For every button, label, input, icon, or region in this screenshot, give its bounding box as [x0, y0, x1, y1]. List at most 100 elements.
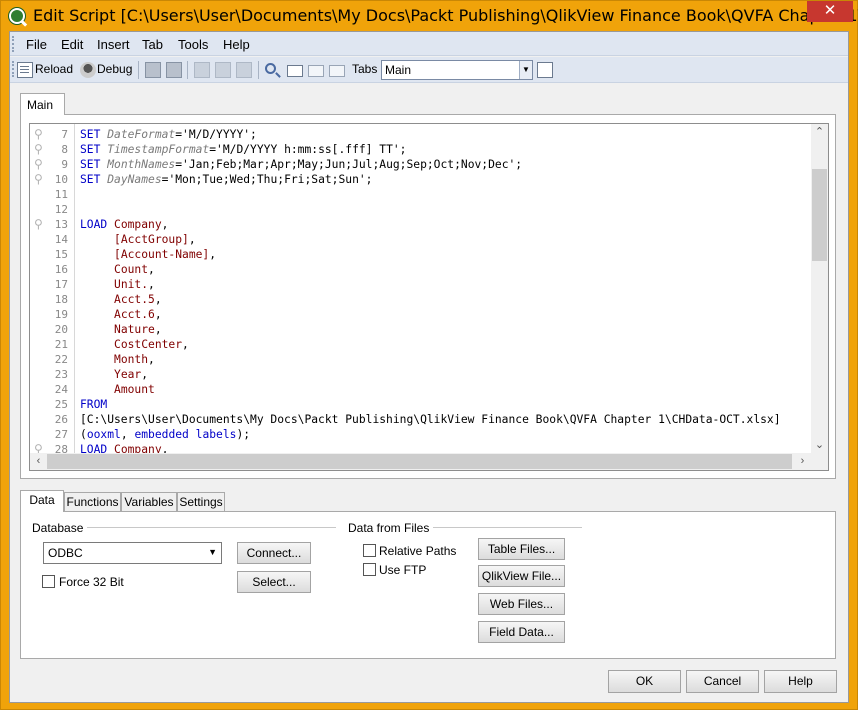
code-token: ,	[188, 233, 196, 246]
add-tab-icon[interactable]	[287, 65, 303, 77]
code-line[interactable]: Acct.6,	[80, 307, 162, 322]
promote-tab-icon[interactable]	[308, 65, 324, 77]
close-window-button[interactable]: ✕	[807, 1, 853, 22]
toolbar-grip-icon[interactable]	[12, 61, 15, 77]
tabs-label: Tabs	[352, 62, 378, 76]
code-token: ,	[120, 428, 135, 441]
code-token: Nature	[114, 323, 155, 336]
tab-data[interactable]: Data	[20, 490, 64, 512]
code-line[interactable]: SET DateFormat='M/D/YYYY';	[80, 127, 257, 142]
scroll-up-icon[interactable]: ⌃	[811, 124, 828, 141]
menu-tab[interactable]: Tab	[142, 37, 163, 52]
code-line[interactable]: LOAD Company,	[80, 217, 168, 232]
code-token: ='M/D/YYYY h:mm:ss[.fff] TT';	[209, 143, 407, 156]
cancel-button[interactable]: Cancel	[686, 670, 759, 693]
copy-icon[interactable]	[215, 62, 231, 78]
vertical-scrollbar[interactable]: ⌃ ⌄	[811, 124, 828, 454]
menu-tools[interactable]: Tools	[178, 37, 208, 52]
code-line[interactable]: [AcctGroup],	[80, 232, 196, 247]
code-token: MonthNames	[107, 158, 176, 171]
code-line[interactable]: SET TimestampFormat='M/D/YYYY h:mm:ss[.f…	[80, 142, 407, 157]
database-select-value: ODBC	[48, 546, 83, 560]
tab-settings[interactable]: Settings	[177, 492, 225, 511]
tab-select-dropdown[interactable]: Main ▼	[381, 60, 533, 80]
code-line[interactable]: SET MonthNames='Jan;Feb;Mar;Apr;May;Jun;…	[80, 157, 522, 172]
code-line[interactable]: [C:\Users\User\Documents\My Docs\Packt P…	[80, 412, 781, 427]
use-ftp-checkbox[interactable]	[363, 563, 376, 576]
debug-button[interactable]: Debug	[97, 62, 132, 76]
code-line[interactable]: Month,	[80, 352, 155, 367]
code-token: );	[236, 428, 251, 441]
scroll-left-icon[interactable]: ‹	[30, 453, 47, 470]
tab-functions[interactable]: Functions	[64, 492, 121, 511]
line-number: 17	[54, 278, 68, 291]
web-files-button[interactable]: Web Files...	[478, 593, 565, 615]
menu-grip-icon[interactable]	[12, 36, 15, 52]
table-files-button[interactable]: Table Files...	[478, 538, 565, 560]
line-number: 23	[54, 368, 68, 381]
code-token: [C:\Users\User\Documents\My Docs\Packt P…	[80, 413, 781, 426]
toolbar-separator	[187, 61, 188, 79]
ok-button[interactable]: OK	[608, 670, 681, 693]
menu-file[interactable]: File	[26, 37, 47, 52]
toolbar-separator	[258, 61, 259, 79]
code-line[interactable]: Acct.5,	[80, 292, 162, 307]
title-bar[interactable]: Edit Script [C:\Users\User\Documents\My …	[1, 1, 858, 31]
help-button[interactable]: Help	[764, 670, 837, 693]
script-editor[interactable]: ⚲ 7 ⚲ 8 ⚲ 9 ⚲ 10 11 12 ⚲ 13 14 15 16 17 18 19 20 21 22 23 24 25…	[29, 123, 829, 471]
tab-variables[interactable]: Variables	[121, 492, 177, 511]
chevron-down-icon[interactable]: ▼	[519, 61, 532, 79]
code-line[interactable]: (ooxml, embedded labels);	[80, 427, 250, 442]
search-icon[interactable]	[265, 63, 276, 74]
code-token: [AcctGroup]	[114, 233, 189, 246]
vertical-scroll-thumb[interactable]	[812, 169, 827, 261]
menu-insert[interactable]: Insert	[97, 37, 130, 52]
code-token: TimestampFormat	[107, 143, 210, 156]
force-32-bit-checkbox[interactable]	[42, 575, 55, 588]
scroll-right-icon[interactable]: ›	[794, 453, 811, 470]
code-line[interactable]: CostCenter,	[80, 337, 189, 352]
paste-icon[interactable]	[236, 62, 252, 78]
relative-paths-checkbox[interactable]	[363, 544, 376, 557]
tab-main[interactable]: Main	[20, 93, 65, 115]
menu-bar: File Edit Insert Tab Tools Help	[10, 32, 848, 56]
table-viewer-icon[interactable]	[537, 62, 553, 78]
code-line[interactable]: FROM	[80, 397, 107, 412]
cut-icon[interactable]	[194, 62, 210, 78]
scroll-down-icon[interactable]: ⌄	[811, 437, 828, 454]
code-token: Month	[114, 353, 149, 366]
demote-tab-icon[interactable]	[329, 65, 345, 77]
force-32-bit-label: Force 32 Bit	[59, 575, 124, 589]
menu-help[interactable]: Help	[223, 37, 250, 52]
reload-button[interactable]: Reload	[35, 62, 73, 76]
qlikview-file-button[interactable]: QlikView File...	[478, 565, 565, 587]
debug-icon[interactable]	[80, 62, 96, 78]
select-button[interactable]: Select...	[237, 571, 311, 593]
code-line[interactable]: Amount	[80, 382, 155, 397]
code-line[interactable]: Nature,	[80, 322, 162, 337]
field-data-button[interactable]: Field Data...	[478, 621, 565, 643]
syntax-check-icon[interactable]	[559, 62, 575, 78]
code-line[interactable]: Count,	[80, 262, 155, 277]
connect-button[interactable]: Connect...	[237, 542, 311, 564]
dialog-client-area: File Edit Insert Tab Tools Help Reload D…	[9, 31, 849, 703]
code-line[interactable]: SET DayNames='Mon;Tue;Wed;Thu;Fri;Sat;Su…	[80, 172, 372, 187]
line-number: 14	[54, 233, 68, 246]
code-area[interactable]: SET DateFormat='M/D/YYYY'; SET TimestampF…	[74, 124, 811, 454]
code-line[interactable]: Unit.,	[80, 277, 155, 292]
menu-edit[interactable]: Edit	[61, 37, 83, 52]
database-select[interactable]: ODBC ▼	[43, 542, 222, 564]
horizontal-scrollbar[interactable]: ‹ ›	[30, 453, 811, 470]
print-icon[interactable]	[166, 62, 182, 78]
horizontal-scroll-thumb[interactable]	[47, 454, 792, 469]
code-line[interactable]: [Account-Name],	[80, 247, 216, 262]
save-icon[interactable]	[145, 62, 161, 78]
code-line[interactable]: Year,	[80, 367, 148, 382]
code-token: LOAD	[80, 218, 115, 231]
line-number: 7	[61, 128, 68, 141]
chevron-down-icon[interactable]: ▼	[208, 547, 217, 557]
reload-icon[interactable]	[17, 62, 33, 78]
